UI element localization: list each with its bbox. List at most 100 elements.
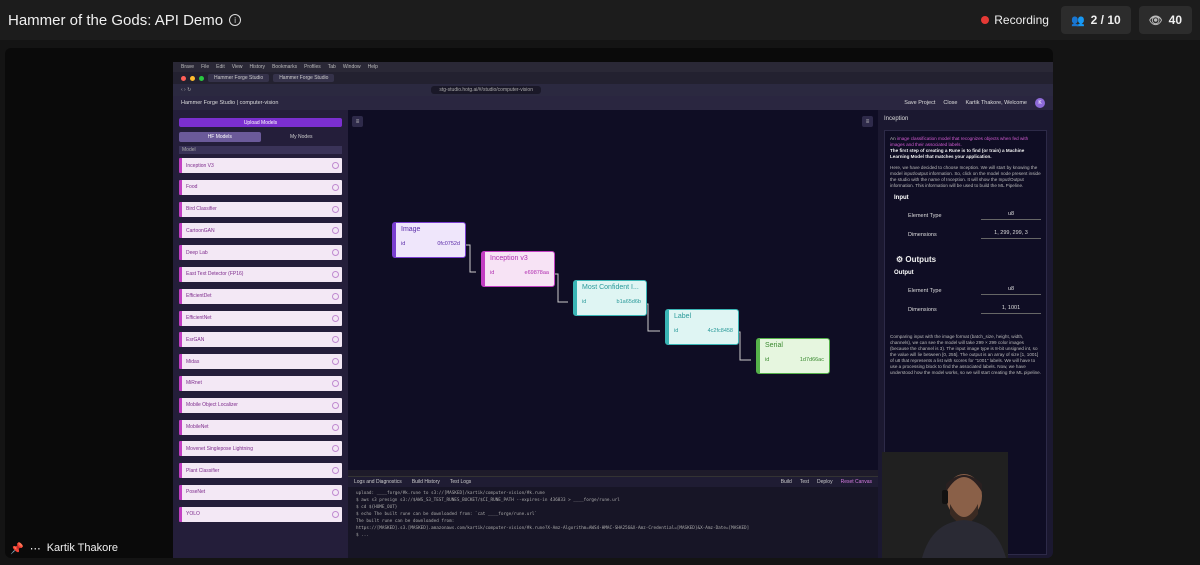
model-item[interactable]: Movenet Singlepose Lightning (179, 441, 342, 457)
model-source-toggle: HF Models My Nodes (179, 132, 342, 142)
menu-item[interactable]: Help (368, 64, 378, 70)
participants-button[interactable]: 👥 2 / 10 (1060, 6, 1131, 34)
model-item[interactable]: Plant Classifier (179, 463, 342, 479)
input-section-title: Input (894, 195, 909, 201)
log-line: $ aws s3 presign s3://$AWS_S3_TEST_RUNES… (356, 498, 620, 503)
menu-item[interactable]: Profiles (304, 64, 321, 70)
node-title: Most Confident I... (582, 284, 639, 291)
close-window-icon[interactable] (181, 75, 186, 81)
node-id-label: id (674, 328, 679, 334)
menu-item[interactable]: Brave (181, 64, 194, 70)
input-dims-field[interactable]: 1, 299, 299, 3 (981, 230, 1041, 239)
log-line: $ cd ${HOME_OUT} (356, 505, 398, 510)
model-item[interactable]: Deep Lab (179, 245, 342, 261)
pipeline-canvas[interactable]: ≡ ≡ Image id 0fc0752d Inception v3 id e69878a… (348, 110, 878, 470)
input-type-select[interactable]: u8 (981, 211, 1041, 220)
model-item[interactable]: YOLO (179, 506, 342, 522)
model-item[interactable]: East Text Detector (FP16) (179, 266, 342, 282)
tab-logs-diagnostics[interactable]: Logs and Diagnostics (354, 479, 402, 485)
intro-bold: The first step of creating a Rune is to … (890, 148, 1025, 159)
node-id: 1d7d66ac (799, 357, 824, 363)
pipeline-node[interactable]: Most Confident I... id b1a65d6b (573, 280, 647, 316)
menu-item[interactable]: View (232, 64, 243, 70)
mac-menu-bar: Brave File Edit View History Bookmarks Profile… (173, 62, 1053, 72)
participants-count: 2 / 10 (1090, 13, 1121, 27)
build-button[interactable]: Build (781, 479, 792, 485)
log-line: The built rune can be downloaded from: (356, 519, 455, 524)
tab-build-history[interactable]: Build History (412, 479, 440, 485)
model-item[interactable]: MiRnet (179, 375, 342, 391)
recording-indicator[interactable]: Recording (977, 13, 1053, 27)
viewers-button[interactable]: 👁 40 (1138, 6, 1192, 34)
close-button[interactable]: Close (943, 100, 957, 106)
test-button[interactable]: Test (800, 479, 809, 485)
model-item[interactable]: MobileNet (179, 419, 342, 435)
output-type-select[interactable]: u8 (981, 286, 1041, 295)
model-item[interactable]: EfficientDet (179, 288, 342, 304)
node-id-label: id (765, 357, 770, 363)
outputs-heading: ⚙ Outputs (896, 255, 937, 264)
pipeline-node[interactable]: Label id 4c2fc8458 (665, 309, 739, 345)
logs-panel: Logs and Diagnostics Build History Test … (348, 476, 878, 558)
presenter-video-icon (882, 452, 1008, 558)
pipeline-node[interactable]: Serial id 1d7d66ac (756, 338, 830, 374)
model-item[interactable]: PoseNet (179, 484, 342, 500)
back-icon[interactable]: ‹ › ↻ (181, 87, 191, 93)
menu-item[interactable]: File (201, 64, 209, 70)
avatar[interactable]: K (1035, 98, 1045, 108)
model-item[interactable]: EfficientNet (179, 310, 342, 326)
model-list: Inception V3 Food Bird Classifier CartoonGA… (179, 158, 342, 522)
model-item[interactable]: CartoonGAN (179, 223, 342, 239)
node-title: Label (674, 313, 692, 320)
presenter-webcam (882, 452, 1008, 558)
welcome-text: Kartik Thakore, Welcome (965, 100, 1027, 106)
model-item[interactable]: Bird Classifier (179, 201, 342, 217)
app-header: Hammer Forge Studio | computer-vision Sa… (173, 96, 1053, 110)
meeting-tools: Recording 👥 2 / 10 👁 40 (977, 6, 1192, 34)
save-project-button[interactable]: Save Project (904, 100, 935, 106)
pipeline-node[interactable]: Image id 0fc0752d (392, 222, 466, 258)
tab-hf-models[interactable]: HF Models (179, 132, 261, 142)
model-item[interactable]: Inception V3 (179, 158, 342, 173)
input-dimensions: Dimensions 1, 299, 299, 3 (908, 230, 1041, 239)
browser-tab[interactable]: Hammer Forge Studio (273, 74, 335, 82)
node-title: Serial (765, 342, 783, 349)
people-icon: 👥 (1070, 14, 1085, 27)
deploy-button[interactable]: Deploy (817, 479, 833, 485)
tab-my-nodes[interactable]: My Nodes (261, 132, 343, 142)
menu-item[interactable]: Edit (216, 64, 225, 70)
node-title: Inception v3 (490, 255, 528, 262)
meeting-title-text: Hammer of the Gods: API Demo (8, 11, 224, 29)
menu-item[interactable]: History (250, 64, 266, 70)
log-line: https://[MASKED].s3.[MASKED].amazonaws.c… (356, 526, 750, 531)
info-footer-text: Comparing input with the image format (b… (890, 334, 1041, 375)
menu-item[interactable]: Tab (328, 64, 336, 70)
intro-highlight: image classification model that recogniz… (890, 136, 1029, 147)
menu-item[interactable]: Window (343, 64, 361, 70)
model-item[interactable]: Mobile Object Localizer (179, 397, 342, 413)
field-label: Element Type (908, 287, 942, 294)
minimize-window-icon[interactable] (190, 75, 195, 81)
info-icon[interactable]: i (229, 14, 242, 26)
output-dims-field[interactable]: 1, 1001 (981, 305, 1041, 314)
pipeline-node[interactable]: Inception v3 id e69878aa (481, 251, 555, 287)
browser-tab-bar: Hammer Forge Studio Hammer Forge Studio (173, 72, 1053, 84)
maximize-window-icon[interactable] (199, 75, 204, 81)
tab-test-logs[interactable]: Test Logs (450, 479, 471, 485)
menu-item[interactable]: Bookmarks (272, 64, 297, 70)
url-field[interactable]: stg-studio.hotg.ai/#/studio/computer-vis… (431, 86, 541, 94)
model-item[interactable]: EsrGAN (179, 332, 342, 348)
model-item[interactable]: Food (179, 179, 342, 195)
upload-models-button[interactable]: Upload Models (179, 118, 342, 127)
recording-label: Recording (994, 13, 1049, 27)
node-title: Image (401, 226, 421, 233)
field-label: Dimensions (908, 231, 937, 238)
pin-icon[interactable]: 📌 (10, 542, 24, 555)
intro-prefix: An (890, 136, 897, 141)
log-output: upload: ____forge/#k.rune to s3://[MASKE… (348, 487, 878, 539)
node-id: b1a65d6b (616, 299, 641, 305)
more-icon[interactable]: ⋯ (30, 542, 41, 555)
reset-canvas-button[interactable]: Reset Canvas (841, 479, 872, 485)
model-item[interactable]: Midas (179, 354, 342, 370)
browser-tab[interactable]: Hammer Forge Studio (208, 74, 270, 82)
